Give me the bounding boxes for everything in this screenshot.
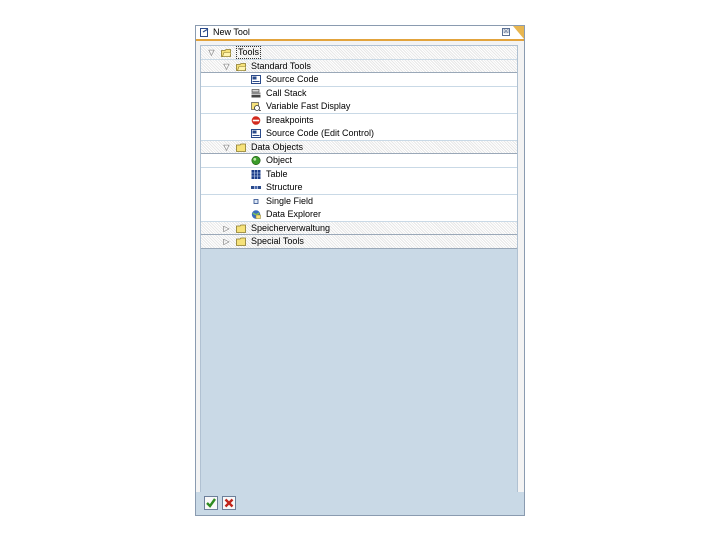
tree-node[interactable]: Source Code (Edit Control) (201, 127, 517, 140)
folder-icon (236, 224, 246, 233)
tree-node-label: Variable Fast Display (266, 101, 351, 111)
expand-triangle-icon[interactable]: ▽ (207, 46, 216, 59)
folder-open-icon (221, 49, 231, 57)
expand-triangle-icon[interactable]: ▽ (222, 60, 231, 73)
cancel-button[interactable] (222, 496, 236, 510)
tree-node[interactable]: Source Code (201, 73, 517, 86)
call-stack-icon (251, 88, 261, 97)
folder-icon (236, 237, 246, 246)
tree-node[interactable]: Breakpoints (201, 113, 517, 127)
object-icon (251, 156, 261, 165)
tree-node[interactable]: Data Explorer (201, 208, 517, 221)
tree-node[interactable]: Table (201, 167, 517, 181)
window-title: New Tool (213, 27, 250, 37)
variable-display-icon (251, 102, 261, 111)
tree-node-label: Source Code (266, 74, 319, 84)
tree-node[interactable]: Single Field (201, 194, 517, 208)
tree-node-label: Speicherverwaltung (251, 222, 331, 233)
tree-node-label: Standard Tools (251, 60, 311, 71)
single-field-icon (253, 198, 259, 204)
title-corner-accent (513, 26, 524, 39)
folder-icon (236, 143, 246, 152)
tree-node-label: Special Tools (251, 236, 304, 246)
tree-node-label: Single Field (266, 195, 314, 206)
tree-node-label: Source Code (Edit Control) (266, 128, 375, 138)
tree-node-label: Tools (236, 46, 262, 59)
tree-node[interactable]: Call Stack (201, 86, 517, 100)
tree-node[interactable]: Object (201, 154, 517, 167)
tree-node-label: Table (266, 168, 288, 179)
data-explorer-icon (251, 210, 261, 219)
folder-open-icon (236, 62, 246, 71)
tree-node[interactable]: ▷ Speicherverwaltung (201, 221, 517, 235)
confirm-button[interactable] (204, 496, 218, 510)
tree-node[interactable]: ▽ Data Objects (201, 140, 517, 154)
row-separator (201, 247, 517, 249)
new-tool-dialog: New Tool ⊠ ▽ Tools ▽ Standard Tools Source C… (195, 25, 525, 516)
collapse-triangle-icon[interactable]: ▷ (222, 235, 231, 248)
collapse-triangle-icon[interactable]: ▷ (222, 222, 231, 235)
expand-triangle-icon[interactable]: ▽ (222, 141, 231, 154)
tree-node-label: Data Explorer (266, 209, 322, 219)
tree-node[interactable]: ▽ Tools (201, 46, 517, 59)
table-icon (251, 169, 261, 179)
tree-node[interactable]: ▽ Standard Tools (201, 59, 517, 73)
tree-node-label: Data Objects (251, 141, 304, 152)
cross-icon (224, 498, 234, 508)
dialog-toolbar (196, 492, 524, 515)
structure-icon (251, 186, 261, 189)
stop-sign-icon (251, 115, 261, 125)
new-tool-icon (200, 28, 209, 37)
tree-node-label: Object (266, 155, 293, 165)
checkmark-icon (206, 498, 216, 508)
tree-node[interactable]: ▷ Special Tools (201, 235, 517, 248)
title-bar: New Tool ⊠ (196, 26, 524, 41)
source-code-icon (251, 129, 261, 138)
tree-node-label: Call Stack (266, 87, 307, 98)
close-icon[interactable]: ⊠ (502, 28, 510, 36)
tool-tree-panel: ▽ Tools ▽ Standard Tools Source Code Call Sta… (200, 45, 518, 508)
source-code-icon (251, 75, 261, 84)
tree-node-label: Structure (266, 182, 303, 192)
tree-node[interactable]: Variable Fast Display (201, 100, 517, 113)
tree-node-label: Breakpoints (266, 114, 314, 125)
tree-node[interactable]: Structure (201, 181, 517, 194)
